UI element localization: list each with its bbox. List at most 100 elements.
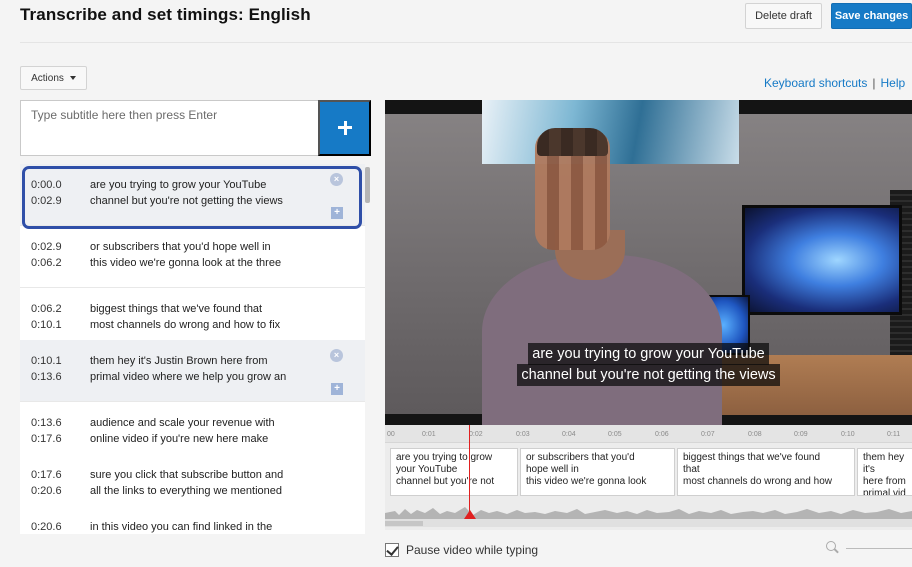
text-line[interactable]: all the links to everything we mentioned — [90, 483, 320, 499]
caption-text: channel but you're not getting the views — [517, 364, 780, 386]
plus-icon — [337, 121, 352, 135]
ruler-tick: 00 — [387, 431, 395, 438]
time-ruler[interactable]: 00 0:01 0:02 0:03 0:04 0:05 0:06 0:07 0:… — [385, 425, 912, 443]
subtitle-row[interactable]: 0:20.6 in this video you can find linked… — [20, 506, 365, 534]
pause-checkbox[interactable] — [385, 543, 399, 557]
actions-dropdown[interactable]: Actions — [20, 66, 87, 90]
video-caption-line: channel but you're not getting the views — [385, 364, 912, 386]
row-times[interactable]: 0:10.1 0:13.6 — [31, 353, 62, 385]
text-line[interactable]: are you trying to grow your YouTube — [90, 177, 320, 193]
playhead-marker[interactable] — [464, 510, 476, 519]
timeline-cue[interactable]: them hey it's here from primal vid — [857, 448, 912, 496]
text-line[interactable]: primal video where we help you grow an — [90, 369, 320, 385]
ruler-tick: 0:07 — [701, 431, 715, 438]
plus-icon[interactable]: + — [331, 383, 343, 395]
text-line[interactable]: this video we're gonna look at the three — [90, 255, 320, 271]
timeline-editor[interactable]: 00 0:01 0:02 0:03 0:04 0:05 0:06 0:07 0:… — [385, 425, 912, 530]
end-time[interactable]: 0:17.6 — [31, 431, 62, 447]
subtitle-list: 0:00.0 0:02.9 are you trying to grow your… — [20, 164, 365, 534]
cue-line: this video we're gonna look — [526, 476, 647, 487]
monitor-large — [742, 205, 902, 315]
start-time[interactable]: 0:20.6 — [31, 519, 62, 534]
list-scrollbar[interactable] — [365, 167, 370, 203]
end-time[interactable]: 0:02.9 — [31, 193, 62, 209]
cue-line: biggest things that we've found — [683, 452, 821, 463]
text-line[interactable]: channel but you're not getting the views — [90, 193, 320, 209]
text-line[interactable]: most channels do wrong and how to fix — [90, 317, 320, 333]
row-text[interactable]: biggest things that we've found that most… — [90, 301, 320, 333]
subtitle-row[interactable]: 0:10.1 0:13.6 them hey it's Justin Brown … — [20, 340, 365, 402]
ruler-tick: 0:01 — [422, 431, 436, 438]
row-text[interactable]: in this video you can find linked in the — [90, 519, 320, 534]
timeline-cue[interactable]: biggest things that we've found that mos… — [677, 448, 855, 496]
ruler-tick: 0:10 — [841, 431, 855, 438]
text-line[interactable]: biggest things that we've found that — [90, 301, 320, 317]
timeline-cue[interactable]: or subscribers that you'd hope well in t… — [520, 448, 675, 496]
subtitle-row[interactable]: 0:02.9 0:06.2 or subscribers that you'd h… — [20, 226, 365, 288]
text-line[interactable]: them hey it's Justin Brown here from — [90, 353, 320, 369]
end-time[interactable]: 0:13.6 — [31, 369, 62, 385]
row-times[interactable]: 0:13.6 0:17.6 — [31, 415, 62, 447]
zoom-slider[interactable] — [846, 548, 912, 549]
add-subtitle-button[interactable] — [318, 100, 371, 156]
row-times[interactable]: 0:20.6 — [31, 519, 62, 534]
cue-line: your YouTube — [396, 464, 458, 475]
pause-video-option[interactable]: Pause video while typing — [385, 543, 538, 557]
cue-line: hope well in — [526, 464, 579, 475]
text-line[interactable]: online video if you're new here make — [90, 431, 320, 447]
start-time[interactable]: 0:00.0 — [31, 177, 62, 193]
row-times[interactable]: 0:02.9 0:06.2 — [31, 239, 62, 271]
video-player[interactable]: are you trying to grow your YouTube chan… — [385, 100, 912, 425]
row-times[interactable]: 0:06.2 0:10.1 — [31, 301, 62, 333]
search-icon[interactable] — [826, 541, 836, 551]
text-line[interactable]: sure you click that subscribe button and — [90, 467, 320, 483]
row-text[interactable]: them hey it's Justin Brown here from prim… — [90, 353, 320, 385]
ruler-tick: 0:06 — [655, 431, 669, 438]
row-text[interactable]: are you trying to grow your YouTube chann… — [90, 177, 320, 209]
delete-draft-button[interactable]: Delete draft — [745, 3, 822, 29]
pause-label: Pause video while typing — [406, 543, 539, 557]
end-time[interactable]: 0:06.2 — [31, 255, 62, 271]
row-text[interactable]: or subscribers that you'd hope well in th… — [90, 239, 320, 271]
ruler-tick: 0:02 — [469, 431, 483, 438]
start-time[interactable]: 0:13.6 — [31, 415, 62, 431]
ruler-tick: 0:03 — [516, 431, 530, 438]
cue-line: primal vid — [863, 488, 906, 496]
plus-icon[interactable]: + — [331, 207, 343, 219]
cue-line: or subscribers that you'd — [526, 452, 635, 463]
timeline-scroll-thumb[interactable] — [385, 521, 423, 526]
video-caption-line: are you trying to grow your YouTube — [385, 343, 912, 365]
save-changes-button[interactable]: Save changes — [831, 3, 912, 29]
text-line[interactable]: in this video you can find linked in the — [90, 519, 320, 534]
close-icon[interactable]: × — [330, 349, 343, 362]
text-line[interactable]: or subscribers that you'd hope well in — [90, 239, 320, 255]
end-time[interactable]: 0:20.6 — [31, 483, 62, 499]
subtitle-input[interactable] — [20, 100, 319, 156]
ruler-tick: 0:09 — [794, 431, 808, 438]
header-divider — [20, 42, 912, 43]
cue-line: channel but you're not — [396, 476, 495, 487]
row-times[interactable]: 0:00.0 0:02.9 — [31, 177, 62, 209]
keyboard-shortcuts-link[interactable]: Keyboard shortcuts — [764, 76, 867, 90]
subtitle-row[interactable]: 0:00.0 0:02.9 are you trying to grow your… — [20, 164, 365, 226]
timeline-cue[interactable]: are you trying to grow your YouTube chan… — [390, 448, 518, 496]
pixelated-hair — [537, 128, 608, 156]
text-line[interactable]: audience and scale your revenue with — [90, 415, 320, 431]
start-time[interactable]: 0:02.9 — [31, 239, 62, 255]
timeline-scrollbar[interactable] — [385, 519, 912, 527]
start-time[interactable]: 0:06.2 — [31, 301, 62, 317]
end-time[interactable]: 0:10.1 — [31, 317, 62, 333]
cue-line: most channels do wrong and how — [683, 476, 832, 487]
row-times[interactable]: 0:17.6 0:20.6 — [31, 467, 62, 499]
close-icon[interactable]: × — [330, 173, 343, 186]
caption-text: are you trying to grow your YouTube — [528, 343, 769, 365]
playhead[interactable] — [469, 425, 470, 517]
cue-line: that — [683, 464, 700, 475]
row-text[interactable]: sure you click that subscribe button and… — [90, 467, 320, 499]
start-time[interactable]: 0:17.6 — [31, 467, 62, 483]
start-time[interactable]: 0:10.1 — [31, 353, 62, 369]
row-text[interactable]: audience and scale your revenue with onli… — [90, 415, 320, 447]
presenter-body — [482, 255, 722, 425]
ruler-tick: 0:04 — [562, 431, 576, 438]
help-link[interactable]: Help — [881, 76, 906, 90]
